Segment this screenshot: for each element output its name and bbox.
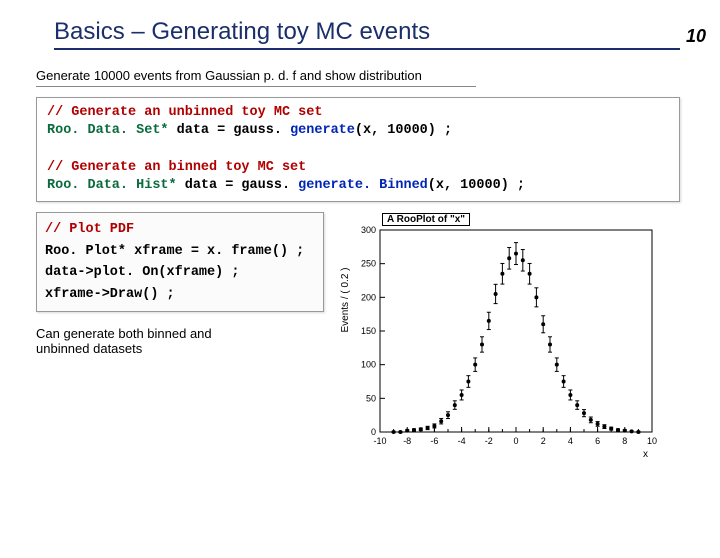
svg-text:100: 100 (361, 360, 376, 370)
svg-text:0: 0 (371, 427, 376, 437)
code-line: xframe->Draw() ; (45, 284, 315, 306)
code-text: (x, 10000) ; (355, 123, 452, 138)
plot-area: A RooPlot of "x" -10-8-6-4-2024681005010… (334, 212, 680, 462)
page-number: 10 (686, 26, 706, 47)
svg-text:x: x (643, 449, 648, 460)
gaussian-plot: -10-8-6-4-20246810050100150200250300xEve… (334, 220, 664, 460)
plot-title: A RooPlot of "x" (382, 213, 470, 226)
title-underline: Basics – Generating toy MC events (54, 18, 680, 50)
svg-text:6: 6 (595, 436, 600, 446)
svg-text:8: 8 (622, 436, 627, 446)
code-text: data = gauss. (169, 123, 291, 138)
code-text: data = gauss. (177, 178, 299, 193)
svg-text:0: 0 (513, 436, 518, 446)
svg-text:-2: -2 (485, 436, 493, 446)
svg-text:2: 2 (541, 436, 546, 446)
svg-text:4: 4 (568, 436, 573, 446)
svg-text:250: 250 (361, 259, 376, 269)
svg-text:200: 200 (361, 292, 376, 302)
code-type: Roo. Data. Hist* (47, 178, 177, 193)
code-comment: // Plot PDF (45, 222, 134, 237)
code-block-generate: // Generate an unbinned toy MC set Roo. … (36, 97, 680, 202)
code-line: Roo. Plot* xframe = x. frame() ; (45, 241, 315, 263)
page-title: Basics – Generating toy MC events (54, 18, 430, 45)
code-text: (x, 10000) ; (428, 178, 525, 193)
code-block-plot: // Plot PDF Roo. Plot* xframe = x. frame… (36, 212, 324, 312)
svg-text:50: 50 (366, 393, 376, 403)
svg-text:150: 150 (361, 326, 376, 336)
code-type: Roo. Data. Set* (47, 123, 169, 138)
code-comment: // Generate an unbinned toy MC set (47, 105, 322, 120)
svg-text:-10: -10 (373, 436, 386, 446)
code-line: data->plot. On(xframe) ; (45, 262, 315, 284)
svg-text:Events / ( 0.2 ): Events / ( 0.2 ) (340, 268, 351, 333)
subtitle: Generate 10000 events from Gaussian p. d… (36, 68, 476, 87)
svg-text:-4: -4 (458, 436, 466, 446)
code-call: generate (290, 123, 355, 138)
code-call: generate. Binned (298, 178, 428, 193)
code-comment: // Generate an binned toy MC set (47, 160, 306, 175)
note-text: Can generate both binned and unbinned da… (36, 326, 266, 356)
svg-text:-6: -6 (430, 436, 438, 446)
svg-text:10: 10 (647, 436, 657, 446)
svg-text:300: 300 (361, 225, 376, 235)
svg-text:-8: -8 (403, 436, 411, 446)
